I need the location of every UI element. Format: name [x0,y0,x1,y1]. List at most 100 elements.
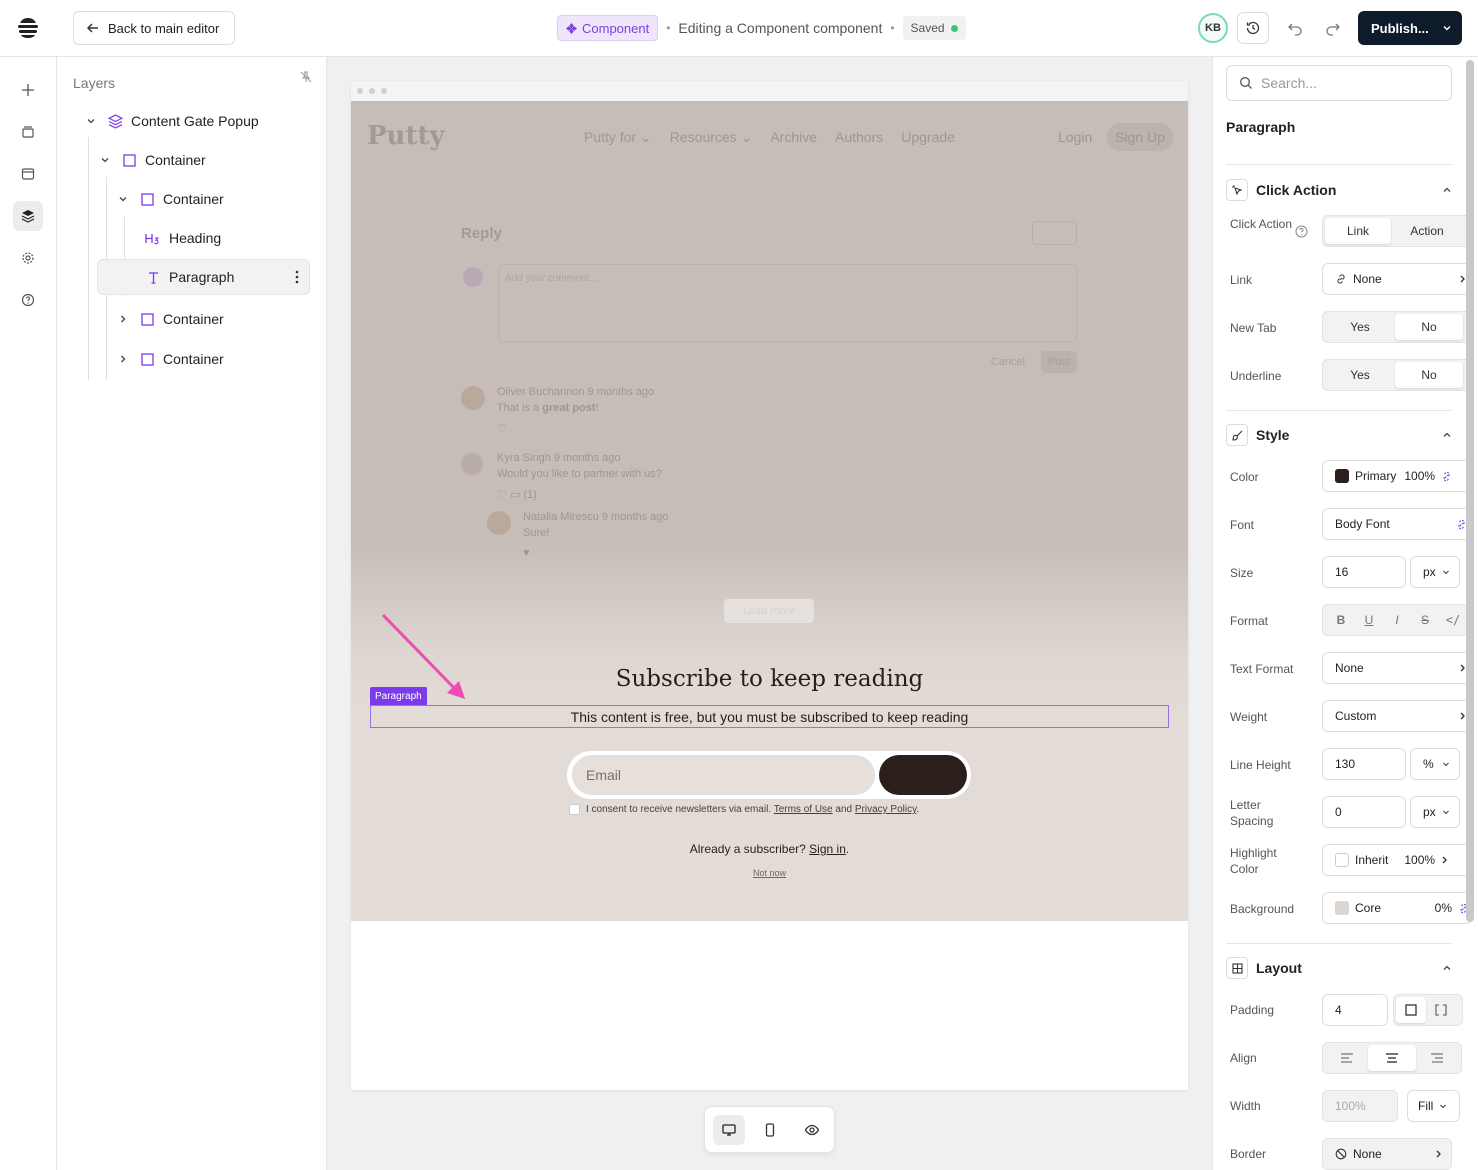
terms-link[interactable]: Terms of Use [774,804,833,815]
click-action-link-option[interactable]: Link [1325,218,1391,244]
layer-content-gate-popup[interactable]: Content Gate Popup [83,103,309,139]
click-action-action-option[interactable]: Action [1391,218,1463,244]
chevron-down-icon[interactable] [97,155,113,165]
gate-heading[interactable]: Subscribe to keep reading [351,666,1188,692]
layer-container[interactable]: Container [115,181,309,217]
more-vertical-icon[interactable] [295,270,299,284]
reply-title: Reply [461,225,502,242]
undo-button[interactable] [1279,12,1311,44]
history-button[interactable] [1237,12,1269,44]
width-input[interactable]: 100% [1322,1090,1398,1122]
add-button[interactable] [13,75,43,105]
layers-button[interactable] [13,201,43,231]
privacy-link[interactable]: Privacy Policy [855,804,917,815]
chevron-down-icon[interactable] [115,194,131,204]
desktop-view-button[interactable] [713,1115,745,1145]
comment-input[interactable]: Add your comment... [498,264,1077,342]
redo-button[interactable] [1317,12,1349,44]
align-left-option[interactable] [1325,1045,1368,1071]
letter-spacing-input[interactable]: 0 [1322,796,1406,828]
chevron-right-icon[interactable] [115,354,131,364]
publish-button[interactable]: Publish... [1358,11,1462,45]
underline-yes-option[interactable]: Yes [1325,362,1395,388]
code-icon[interactable]: </ [1439,613,1467,627]
color-picker[interactable]: Primary 100% [1322,460,1472,492]
chevron-down-icon[interactable] [83,116,99,126]
chevron-right-icon[interactable] [115,314,131,324]
align-center-option[interactable] [1368,1045,1416,1071]
layout-section-header[interactable]: Layout [1226,955,1452,981]
border-select[interactable]: None [1322,1138,1452,1170]
padding-individual-option[interactable] [1426,997,1456,1023]
square-icon [137,352,157,366]
plus-icon [21,83,35,97]
new-tab-no-option[interactable]: No [1395,314,1463,340]
not-now-link[interactable]: Not now [351,868,1188,878]
new-tab-yes-option[interactable]: Yes [1325,314,1395,340]
help-button[interactable] [13,285,43,315]
properties-panel: Search... Paragraph Click Action Click A… [1212,57,1478,1170]
strikethrough-icon[interactable]: S [1411,613,1439,627]
nav-resources[interactable]: Resources ⌄ [670,129,753,146]
nav-putty-for[interactable]: Putty for ⌄ [584,129,652,146]
reply-sort-dropdown[interactable] [1032,221,1077,245]
letter-spacing-label: Letter Spacing [1230,798,1274,828]
line-height-input[interactable]: 130 [1322,748,1406,780]
post-comment-button[interactable]: Post [1041,351,1077,373]
italic-icon[interactable]: I [1383,613,1411,627]
background-color-picker[interactable]: Core 0% [1322,892,1472,924]
nav-upgrade[interactable]: Upgrade [901,129,955,146]
layer-heading[interactable]: Heading [137,220,309,256]
nav-archive[interactable]: Archive [770,129,817,146]
layer-container[interactable]: Container [115,341,309,377]
style-section-header[interactable]: Style [1226,422,1452,448]
site-login-link[interactable]: Login [1058,129,1092,145]
text-format-select[interactable]: None [1322,652,1472,684]
site-signup-button[interactable]: Sign Up [1107,123,1173,151]
underline-no-option[interactable]: No [1395,362,1463,388]
link-select[interactable]: None [1322,263,1472,295]
pages-button[interactable] [13,159,43,189]
nav-authors[interactable]: Authors [835,129,883,146]
padding-input[interactable]: 4 [1322,994,1388,1026]
letter-spacing-unit-select[interactable]: px [1410,796,1460,828]
unpin-button[interactable] [300,71,312,83]
line-height-unit-select[interactable]: % [1410,748,1460,780]
chevron-down-icon [1442,568,1450,576]
size-input[interactable]: 16 [1322,556,1406,588]
back-to-main-editor-button[interactable]: Back to main editor [73,11,235,45]
help-circle-icon[interactable] [1295,225,1308,238]
assets-button[interactable] [13,117,43,147]
settings-button[interactable] [13,243,43,273]
width-mode-select[interactable]: Fill [1407,1090,1460,1122]
subscribe-button[interactable] [879,755,967,795]
size-unit-select[interactable]: px [1410,556,1460,588]
weight-select[interactable]: Custom [1322,700,1472,732]
consent-checkbox[interactable] [569,804,580,815]
app-logo[interactable] [16,16,40,40]
click-action-section-header[interactable]: Click Action [1226,177,1452,203]
gate-paragraph[interactable]: This content is free, but you must be su… [370,705,1169,728]
layer-paragraph[interactable]: Paragraph [97,259,310,295]
email-input[interactable]: Email [572,755,875,795]
layers-icon [21,209,35,223]
highlight-color-picker[interactable]: Inherit 100% [1322,844,1472,876]
padding-all-sides-option[interactable] [1396,997,1426,1023]
bold-icon[interactable]: B [1327,613,1355,627]
cancel-comment-button[interactable]: Cancel [983,351,1033,373]
properties-scrollbar[interactable] [1466,60,1474,922]
text-icon [143,271,163,284]
user-avatar[interactable]: KB [1198,13,1228,43]
layer-container[interactable]: Container [97,142,309,178]
font-select[interactable]: Body Font [1322,508,1472,540]
sign-in-link[interactable]: Sign in [809,842,846,856]
load-more-button[interactable]: Load more [724,599,814,623]
properties-search[interactable]: Search... [1226,65,1452,101]
layer-container[interactable]: Container [115,301,309,337]
size-label: Size [1230,566,1254,580]
preview-button[interactable] [796,1115,828,1145]
brush-icon [1226,424,1248,446]
align-right-option[interactable] [1416,1045,1459,1071]
mobile-view-button[interactable] [754,1115,786,1145]
underline-icon[interactable]: U [1355,613,1383,627]
